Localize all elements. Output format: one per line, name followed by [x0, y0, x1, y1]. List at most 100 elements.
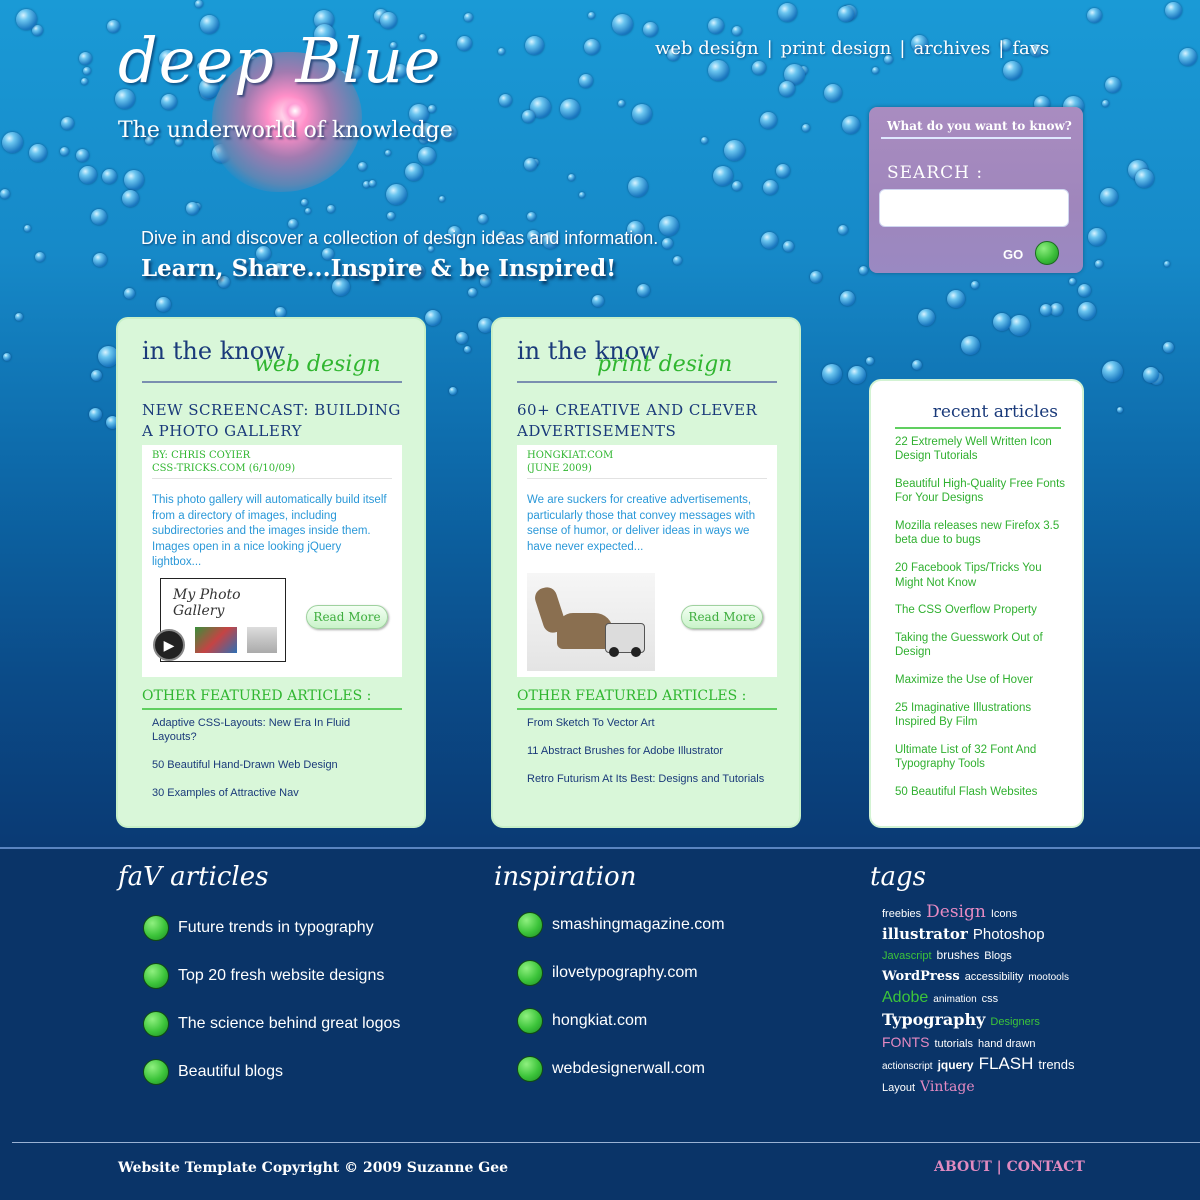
featured-link[interactable]: From Sketch To Vector Art: [527, 716, 767, 730]
recent-article-link[interactable]: 50 Beautiful Flash Websites: [895, 785, 1067, 799]
featured-link[interactable]: 11 Abstract Brushes for Adobe Illustrato…: [527, 744, 767, 758]
tag-link[interactable]: illustrator: [882, 924, 968, 944]
advertisement-photo[interactable]: [527, 573, 655, 671]
footer-divider: [12, 1142, 1200, 1143]
tag-link[interactable]: Javascript: [882, 946, 932, 966]
bubble: [612, 14, 633, 35]
tag-link[interactable]: Designers: [990, 1012, 1040, 1032]
recent-article-link[interactable]: 25 Imaginative Illustrations Inspired By…: [895, 701, 1067, 730]
search-input[interactable]: [879, 189, 1069, 227]
bubble: [301, 199, 308, 206]
tag-link[interactable]: Icons: [991, 904, 1017, 924]
play-icon[interactable]: ▶: [153, 629, 185, 661]
bubble: [822, 364, 842, 384]
tag-link[interactable]: animation: [933, 990, 976, 1010]
contact-link[interactable]: CONTACT: [1007, 1159, 1085, 1175]
recent-article-link[interactable]: Beautiful High-Quality Free Fonts For Yo…: [895, 477, 1067, 506]
recent-article-link[interactable]: Taking the Guesswork Out of Design: [895, 631, 1067, 660]
article-byline: BY: CHRIS COYIER CSS-TRICKS.COM (6/10/09…: [152, 449, 295, 475]
tag-link[interactable]: tutorials: [934, 1034, 973, 1054]
article-panel: HONGKIAT.COM (JUNE 2009) We are suckers …: [517, 445, 777, 677]
bubble: [1105, 77, 1121, 93]
bubble: [842, 116, 860, 134]
bubble: [93, 253, 107, 267]
other-featured-heading: OTHER FEATURED ARTICLES :: [142, 688, 372, 704]
bubble: [866, 357, 874, 365]
thumbnail-image: [247, 627, 277, 653]
bubble: [993, 313, 1011, 331]
bubble: [61, 117, 74, 130]
site-tagline: The underworld of knowledge: [118, 118, 453, 143]
bubble: [124, 170, 144, 190]
tag-link[interactable]: brushes: [937, 945, 980, 965]
nav-favs[interactable]: favs: [1012, 38, 1049, 59]
read-more-button[interactable]: Read More: [306, 605, 388, 629]
inspiration-link[interactable]: webdesignerwall.com: [517, 1056, 705, 1106]
bubble: [752, 61, 766, 75]
bubble: [708, 60, 729, 81]
tag-link[interactable]: accessibility: [965, 967, 1024, 987]
tag-link[interactable]: Vintage: [920, 1077, 975, 1097]
about-link[interactable]: ABOUT: [934, 1159, 992, 1175]
nav-archives[interactable]: archives: [913, 38, 990, 59]
recent-article-link[interactable]: 22 Extremely Well Written Icon Design Tu…: [895, 435, 1067, 464]
article-title[interactable]: NEW SCREENCAST: BUILDING A PHOTO GALLERY: [142, 400, 412, 442]
go-button[interactable]: [1035, 241, 1059, 265]
tag-link[interactable]: Adobe: [882, 988, 928, 1008]
inspiration-link[interactable]: smashingmagazine.com: [517, 912, 725, 962]
tag-link[interactable]: trends: [1038, 1055, 1074, 1075]
recent-article-link[interactable]: The CSS Overflow Property: [895, 603, 1067, 617]
thumbnail-title: My Photo Gallery: [173, 587, 241, 619]
recent-article-link[interactable]: Maximize the Use of Hover: [895, 673, 1067, 687]
tag-link[interactable]: Layout: [882, 1078, 915, 1098]
fav-article-link[interactable]: The science behind great logos: [143, 1011, 400, 1061]
nav-web-design[interactable]: web design: [655, 38, 759, 59]
tag-link[interactable]: Design: [926, 902, 986, 922]
article-panel: BY: CHRIS COYIER CSS-TRICKS.COM (6/10/09…: [142, 445, 402, 677]
tag-link[interactable]: hand drawn: [978, 1034, 1036, 1054]
fav-article-link[interactable]: Beautiful blogs: [143, 1059, 283, 1109]
tag-link[interactable]: jquery: [938, 1055, 974, 1075]
tag-link[interactable]: mootools: [1028, 968, 1069, 988]
card-divider: [142, 381, 402, 383]
other-featured-divider: [517, 708, 777, 710]
bubble: [0, 189, 10, 199]
article-title[interactable]: 60+ CREATIVE AND CLEVER ADVERTISEMENTS: [517, 400, 787, 442]
read-more-button[interactable]: Read More: [681, 605, 763, 629]
bubble: [428, 105, 436, 113]
fav-article-link[interactable]: Top 20 fresh website designs: [143, 963, 384, 1013]
nav-print-design[interactable]: print design: [781, 38, 892, 59]
tag-link[interactable]: css: [982, 989, 999, 1009]
inspiration-label: ilovetypography.com: [552, 964, 698, 981]
tag-link[interactable]: FLASH: [979, 1054, 1034, 1074]
screencast-thumbnail[interactable]: My Photo Gallery ▶: [153, 578, 286, 662]
inspiration-link[interactable]: ilovetypography.com: [517, 960, 698, 1010]
featured-link[interactable]: Adaptive CSS-Layouts: New Era In Fluid L…: [152, 716, 392, 744]
inspiration-link[interactable]: hongkiat.com: [517, 1008, 647, 1058]
bubble: [124, 288, 135, 299]
featured-link[interactable]: 30 Examples of Attractive Nav: [152, 786, 392, 800]
featured-link[interactable]: 50 Beautiful Hand-Drawn Web Design: [152, 758, 392, 772]
bubble: [778, 3, 797, 22]
bubble: [618, 100, 625, 107]
featured-link[interactable]: Retro Futurism At Its Best: Designs and …: [527, 772, 767, 786]
search-panel: What do you want to know? SEARCH : GO: [869, 107, 1083, 273]
bubble: [838, 6, 854, 22]
tag-link[interactable]: actionscript: [882, 1057, 933, 1077]
thumbnail-image: [195, 627, 237, 653]
tag-link[interactable]: Photoshop: [973, 925, 1045, 945]
fav-article-link[interactable]: Future trends in typography: [143, 915, 374, 965]
tag-link[interactable]: FONTS: [882, 1032, 929, 1052]
nav-separator: |: [766, 38, 773, 59]
recent-article-link[interactable]: 20 Facebook Tips/Tricks You Might Not Kn…: [895, 561, 1067, 590]
recent-article-link[interactable]: Mozilla releases new Firefox 3.5 beta du…: [895, 519, 1067, 548]
tag-link[interactable]: Typography: [882, 1010, 985, 1030]
recent-article-link[interactable]: Ultimate List of 32 Font And Typography …: [895, 743, 1067, 772]
inspiration-heading: inspiration: [494, 862, 637, 892]
bubble: [499, 94, 512, 107]
tag-link[interactable]: Blogs: [984, 946, 1012, 966]
tag-link[interactable]: freebies: [882, 904, 921, 924]
tag-link[interactable]: WordPress: [882, 967, 960, 987]
site-logo[interactable]: deep Blue: [118, 24, 441, 97]
bullet-icon: [517, 960, 543, 986]
